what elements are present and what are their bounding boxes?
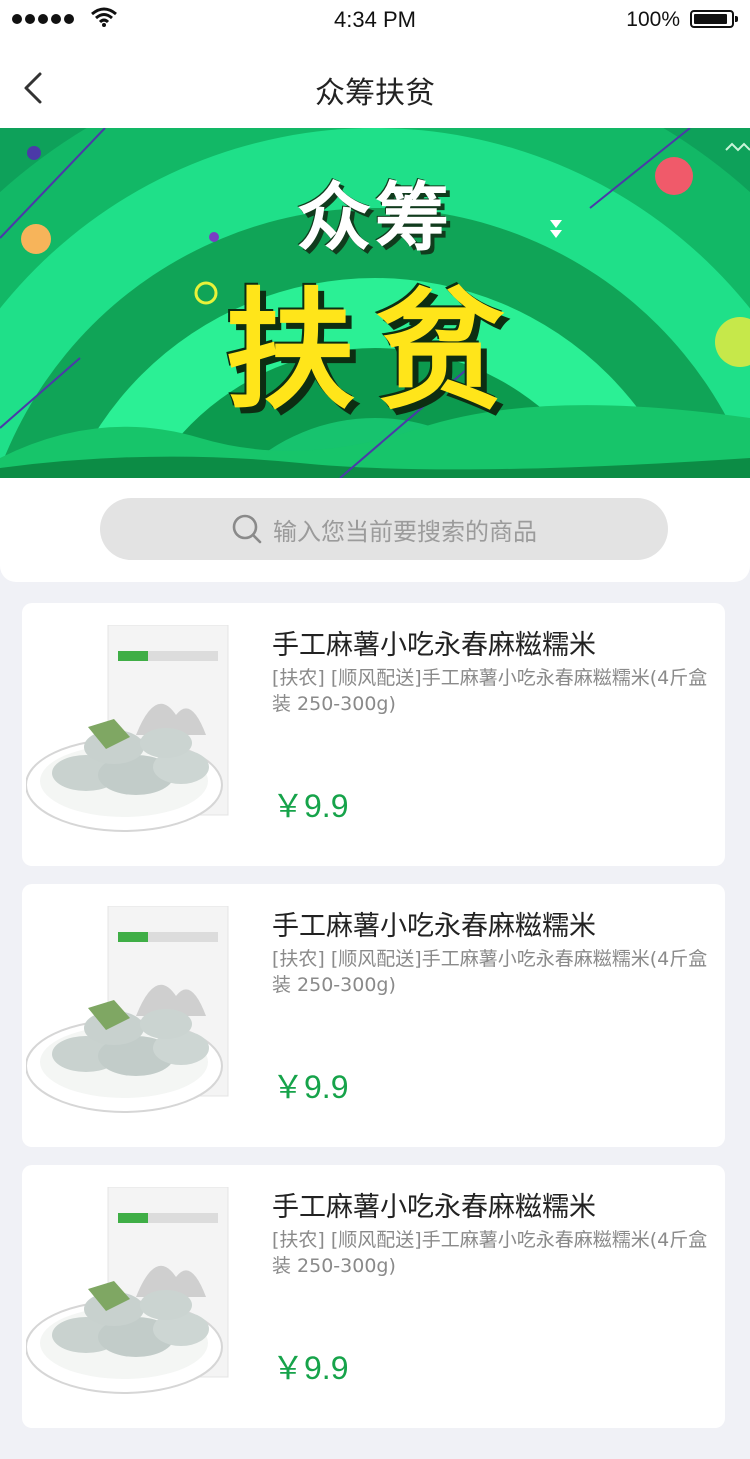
product-description: [扶农] [顺风配送]手工麻薯小吃永春麻糍糯米(4斤盒装 250-300g)	[272, 667, 708, 715]
product-description: [扶农] [顺风配送]手工麻薯小吃永春麻糍糯米(4斤盒装 250-300g)	[272, 1229, 708, 1277]
product-price: ￥9.9	[272, 788, 349, 824]
product-name: 手工麻薯小吃永春麻糍糯米	[272, 911, 596, 942]
product-image	[26, 1187, 229, 1394]
search-input[interactable]: 输入您当前要搜索的商品	[100, 498, 668, 560]
battery-percent: 100%	[626, 8, 680, 31]
product-image	[26, 625, 229, 832]
page-title: 众筹扶贫	[315, 76, 435, 111]
banner-title-line2: 扶贫	[224, 275, 525, 427]
product-name: 手工麻薯小吃永春麻糍糯米	[272, 1192, 596, 1223]
product-description: [扶农] [顺风配送]手工麻薯小吃永春麻糍糯米(4斤盒装 250-300g)	[272, 948, 708, 996]
product-price: ￥9.9	[272, 1350, 349, 1386]
battery-icon	[690, 10, 738, 28]
product-image	[26, 906, 229, 1113]
banner: 众筹 扶贫	[0, 128, 750, 478]
status-bar: 4:34 PM 100%	[0, 0, 750, 40]
product-card[interactable]: 手工麻薯小吃永春麻糍糯米 [扶农] [顺风配送]手工麻薯小吃永春麻糍糯米(4斤盒…	[22, 1165, 725, 1428]
search-icon	[232, 514, 262, 544]
search-placeholder: 输入您当前要搜索的商品	[273, 517, 537, 546]
product-card[interactable]: 手工麻薯小吃永春麻糍糯米 [扶农] [顺风配送]手工麻薯小吃永春麻糍糯米(4斤盒…	[22, 603, 725, 866]
product-price: ￥9.9	[272, 1069, 349, 1105]
search-area: 输入您当前要搜索的商品	[0, 478, 750, 582]
product-card[interactable]: 手工麻薯小吃永春麻糍糯米 [扶农] [顺风配送]手工麻薯小吃永春麻糍糯米(4斤盒…	[22, 884, 725, 1147]
nav-bar: 众筹扶贫	[0, 40, 750, 128]
product-name: 手工麻薯小吃永春麻糍糯米	[272, 630, 596, 661]
